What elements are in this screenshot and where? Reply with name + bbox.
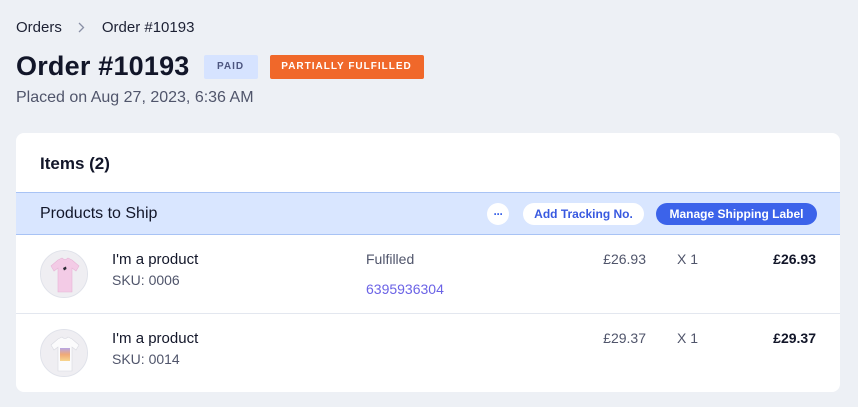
page-title: Order #10193 xyxy=(16,51,190,81)
quantity: X 1 xyxy=(677,330,699,346)
pink-tshirt-icon xyxy=(40,250,88,298)
chevron-right-icon xyxy=(78,22,85,33)
more-actions-button[interactable]: ··· xyxy=(487,203,509,225)
fulfillment-status-badge: PARTIALLY FULFILLED xyxy=(269,54,424,79)
fulfillment-status: Fulfilled xyxy=(366,251,415,267)
line-total: £26.93 xyxy=(773,251,816,267)
unit-price: £29.37 xyxy=(603,330,646,346)
products-to-ship-label: Products to Ship xyxy=(40,205,158,222)
items-card-title: Items (2) xyxy=(40,154,110,173)
breadcrumb: Orders Order #10193 xyxy=(16,19,194,36)
line-total: £29.37 xyxy=(773,330,816,346)
product-name: I'm a product xyxy=(112,251,199,268)
products-to-ship-bar: Products to Ship ··· Add Tracking No. Ma… xyxy=(16,192,840,235)
title-row: Order #10193 PAID PARTIALLY FULFILLED xyxy=(16,51,424,82)
order-item-row: I'm a product SKU: 0014 £29.37 X 1 £29.3… xyxy=(16,314,840,392)
manage-shipping-label-button[interactable]: Manage Shipping Label xyxy=(656,203,817,225)
paid-status-badge: PAID xyxy=(203,54,258,79)
order-placed-date: Placed on Aug 27, 2023, 6:36 AM xyxy=(16,89,254,106)
gradient-tshirt-icon xyxy=(40,329,88,377)
product-name: I'm a product xyxy=(112,330,199,347)
unit-price: £26.93 xyxy=(603,251,646,267)
breadcrumb-current: Order #10193 xyxy=(101,19,195,36)
product-sku: SKU: 0006 xyxy=(112,272,180,288)
quantity: X 1 xyxy=(677,251,699,267)
breadcrumb-orders-link[interactable]: Orders xyxy=(16,19,62,36)
product-sku: SKU: 0014 xyxy=(112,351,180,367)
add-tracking-button[interactable]: Add Tracking No. xyxy=(523,203,644,225)
items-card: Items (2) Products to Ship ··· Add Track… xyxy=(16,133,840,392)
order-item-row: I'm a product SKU: 0006 Fulfilled 639593… xyxy=(16,235,840,314)
tracking-number-link[interactable]: 6395936304 xyxy=(366,281,444,297)
